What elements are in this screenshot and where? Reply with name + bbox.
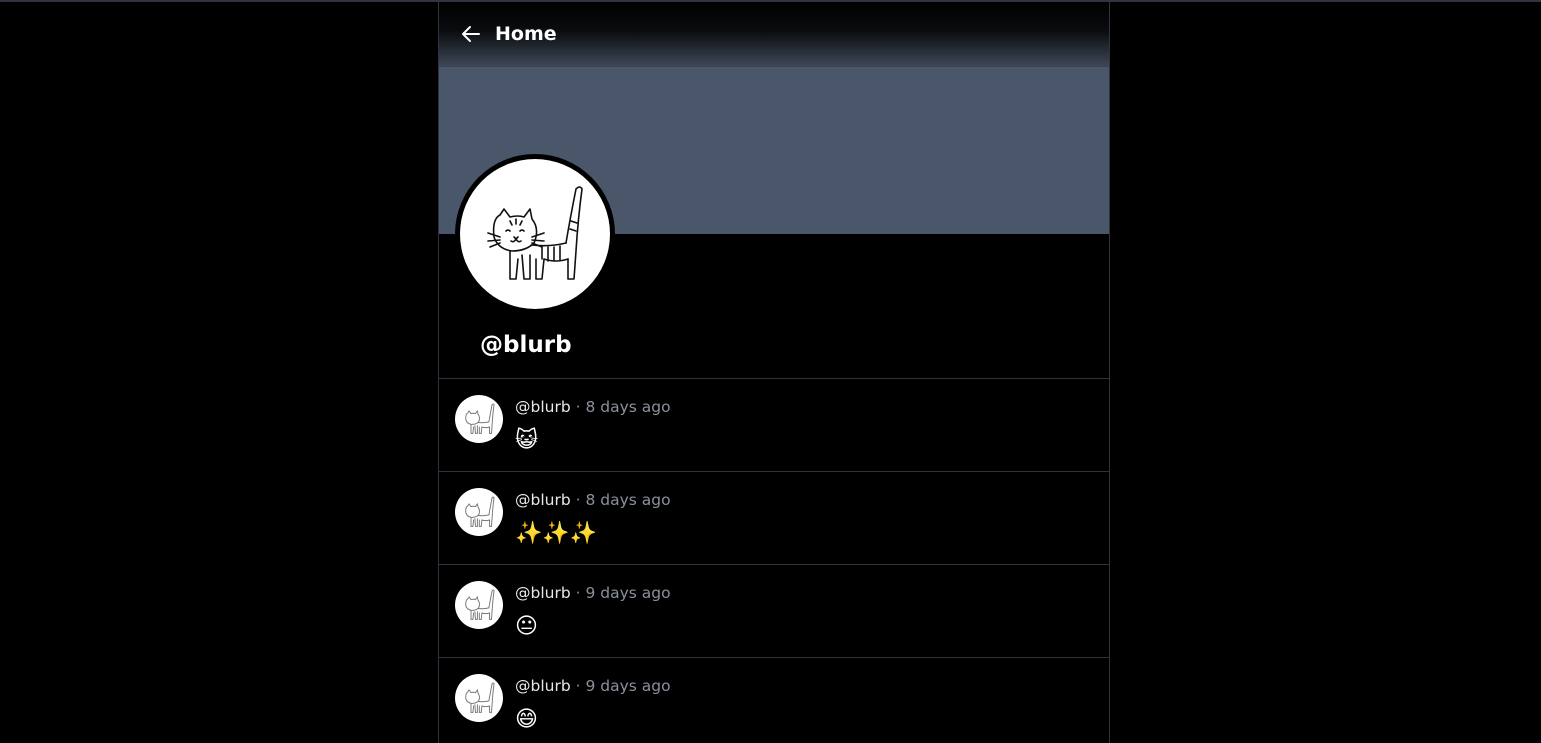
page-title: Home [495, 23, 557, 45]
meta-separator: · [575, 398, 581, 416]
post-meta: @blurb · 8 days ago [515, 489, 671, 511]
post-item[interactable]: @blurb · 9 days ago 😄 [439, 657, 1109, 743]
post-avatar[interactable] [455, 674, 503, 722]
post-item[interactable]: @blurb · 8 days ago ✨✨✨ [439, 471, 1109, 564]
post-item[interactable]: @blurb · 8 days ago 😺 [439, 378, 1109, 471]
post-feed: @blurb · 8 days ago 😺 @blurb · 8 days ag… [439, 378, 1109, 743]
post-content: ✨✨✨ [515, 521, 598, 546]
post-avatar[interactable] [455, 581, 503, 629]
post-content: 😄 [515, 707, 538, 732]
meta-separator: · [575, 584, 581, 602]
post-timestamp[interactable]: 8 days ago [586, 491, 671, 509]
post-avatar[interactable] [455, 488, 503, 536]
post-item[interactable]: @blurb · 9 days ago 😐 [439, 564, 1109, 657]
post-content: 😺 [515, 428, 538, 453]
profile-column: Home @blurb @blurb · 8 days ago 😺 @blurb… [438, 2, 1110, 743]
post-author[interactable]: @blurb [515, 491, 571, 509]
post-author[interactable]: @blurb [515, 398, 571, 416]
post-content: 😐 [515, 614, 538, 639]
post-meta: @blurb · 9 days ago [515, 675, 671, 697]
profile-avatar[interactable] [455, 154, 615, 314]
top-bar: Home [439, 2, 1109, 67]
cat-drawing-icon [487, 186, 583, 280]
meta-separator: · [575, 491, 581, 509]
post-author[interactable]: @blurb [515, 677, 571, 695]
post-meta: @blurb · 9 days ago [515, 582, 671, 604]
post-meta: @blurb · 8 days ago [515, 396, 671, 418]
cat-drawing-icon [465, 682, 495, 713]
post-author[interactable]: @blurb [515, 584, 571, 602]
cat-drawing-icon [465, 589, 495, 620]
post-timestamp[interactable]: 9 days ago [586, 677, 671, 695]
meta-separator: · [575, 677, 581, 695]
cat-drawing-icon [465, 403, 495, 434]
profile-handle: @blurb [480, 332, 572, 358]
cat-drawing-icon [465, 496, 495, 527]
post-avatar[interactable] [455, 395, 503, 443]
back-button[interactable] [459, 22, 483, 46]
post-timestamp[interactable]: 8 days ago [586, 398, 671, 416]
post-timestamp[interactable]: 9 days ago [586, 584, 671, 602]
arrow-left-icon [462, 26, 480, 42]
